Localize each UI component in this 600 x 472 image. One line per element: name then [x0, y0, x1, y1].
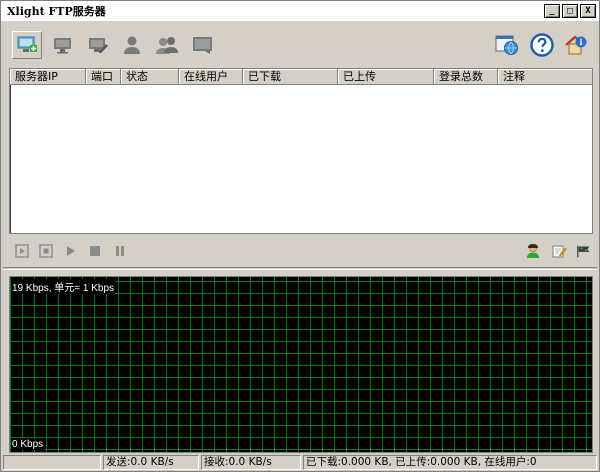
- add-server-button[interactable]: [12, 31, 42, 59]
- help-button[interactable]: [527, 31, 557, 59]
- server-icon: [54, 38, 71, 54]
- user-manager-button[interactable]: [525, 243, 541, 259]
- flag-icon: [577, 245, 590, 258]
- globe-window-icon: [495, 35, 518, 55]
- home-info-icon: i: [565, 35, 587, 55]
- users-button[interactable]: [152, 31, 182, 59]
- edit-button[interactable]: [551, 243, 567, 259]
- title-bar: Xlight FTP服务器 _ □ X: [1, 1, 599, 21]
- help-icon: [530, 33, 554, 57]
- column-header[interactable]: 注释: [498, 69, 592, 85]
- users-icon: [156, 37, 178, 54]
- splitter[interactable]: [3, 267, 597, 270]
- start-button[interactable]: [14, 243, 30, 259]
- column-header[interactable]: 登录总数: [434, 69, 498, 85]
- receive-rate: 接收:0.0 KB/s: [201, 455, 301, 470]
- play-button[interactable]: [63, 243, 79, 259]
- server-control-bar: [1, 241, 599, 261]
- play-icon: [67, 246, 75, 256]
- stop-button[interactable]: [87, 243, 103, 259]
- pause-icon: [116, 246, 124, 256]
- svg-text:i: i: [579, 37, 582, 47]
- log-window-icon: [193, 37, 212, 54]
- toolbar: i: [1, 23, 599, 67]
- close-button[interactable]: X: [580, 4, 596, 18]
- column-header[interactable]: 在线用户: [179, 69, 243, 85]
- server-button[interactable]: [48, 31, 78, 59]
- app-window: Xlight FTP服务器 _ □ X i 服务器IP 端口 状态 在线用户 已…: [0, 0, 600, 472]
- graph-zero-label: 0 Kbps: [11, 439, 45, 450]
- stop-icon: [90, 246, 100, 256]
- server-table[interactable]: 服务器IP 端口 状态 在线用户 已下载 已上传 登录总数 注释: [9, 68, 593, 234]
- maximize-button[interactable]: □: [562, 4, 578, 18]
- user-icon: [124, 36, 140, 54]
- network-button[interactable]: [492, 31, 522, 59]
- column-header[interactable]: 已下载: [243, 69, 338, 85]
- pause-button[interactable]: [112, 243, 128, 259]
- graph-scale-label: 19 Kbps, 单元= 1 Kbps: [11, 279, 116, 294]
- column-header[interactable]: 服务器IP: [10, 69, 86, 85]
- server-edit-icon: [89, 38, 108, 53]
- flag-button[interactable]: [576, 243, 592, 259]
- stop-square-button[interactable]: [38, 243, 54, 259]
- stop-square-icon: [39, 244, 53, 258]
- traffic-graph: 19 Kbps, 单元= 1 Kbps 0 Kbps: [9, 276, 593, 453]
- edit-server-button[interactable]: [83, 31, 113, 59]
- column-header[interactable]: 已上传: [338, 69, 434, 85]
- add-server-icon: [17, 36, 37, 52]
- about-button[interactable]: i: [561, 31, 591, 59]
- edit-note-icon: [552, 245, 567, 258]
- window-controls: _ □ X: [544, 4, 599, 18]
- user-button[interactable]: [117, 31, 147, 59]
- log-window-button[interactable]: [188, 31, 218, 59]
- minimize-button[interactable]: _: [544, 4, 560, 18]
- transfer-summary: 已下载:0.000 KB, 已上传:0.000 KB, 在线用户:0: [303, 455, 597, 470]
- column-header[interactable]: 端口: [86, 69, 121, 85]
- table-header: 服务器IP 端口 状态 在线用户 已下载 已上传 登录总数 注释: [10, 69, 592, 85]
- column-header[interactable]: 状态: [121, 69, 179, 85]
- start-icon: [15, 244, 29, 258]
- user-green-icon: [527, 244, 539, 258]
- send-rate: 发送:0.0 KB/s: [103, 455, 199, 470]
- window-title: Xlight FTP服务器: [7, 5, 106, 18]
- status-bar: 发送:0.0 KB/s 接收:0.0 KB/s 已下载:0.000 KB, 已上…: [1, 454, 599, 471]
- status-pane-empty: [3, 455, 101, 470]
